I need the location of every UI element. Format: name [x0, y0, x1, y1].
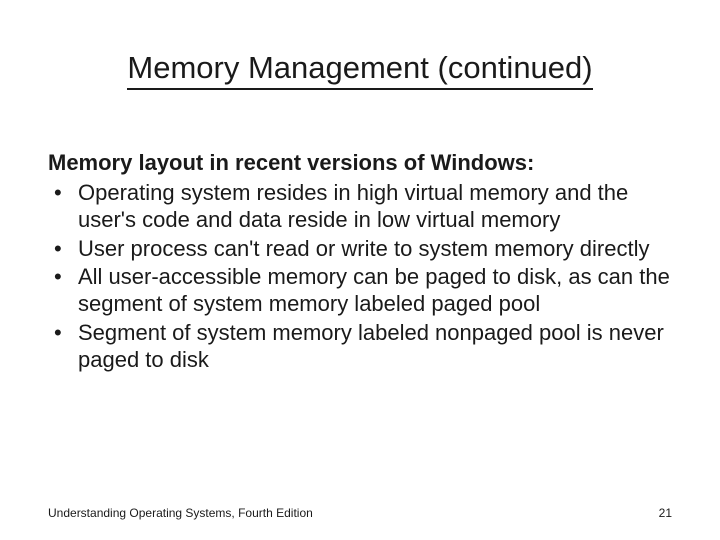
footer: Understanding Operating Systems, Fourth … — [48, 506, 672, 520]
footer-source: Understanding Operating Systems, Fourth … — [48, 506, 313, 520]
bullet-item: Operating system resides in high virtual… — [48, 180, 672, 234]
bullet-item: All user-accessible memory can be paged … — [48, 264, 672, 318]
bullet-item: User process can't read or write to syst… — [48, 236, 672, 263]
bullet-list: Operating system resides in high virtual… — [48, 180, 672, 374]
page-number: 21 — [659, 506, 672, 520]
title-wrap: Memory Management (continued) — [48, 50, 672, 90]
bullet-item: Segment of system memory labeled nonpage… — [48, 320, 672, 374]
slide-title: Memory Management (continued) — [127, 50, 592, 90]
subheading: Memory layout in recent versions of Wind… — [48, 150, 672, 176]
slide: Memory Management (continued) Memory lay… — [0, 0, 720, 540]
content: Memory layout in recent versions of Wind… — [48, 150, 672, 374]
